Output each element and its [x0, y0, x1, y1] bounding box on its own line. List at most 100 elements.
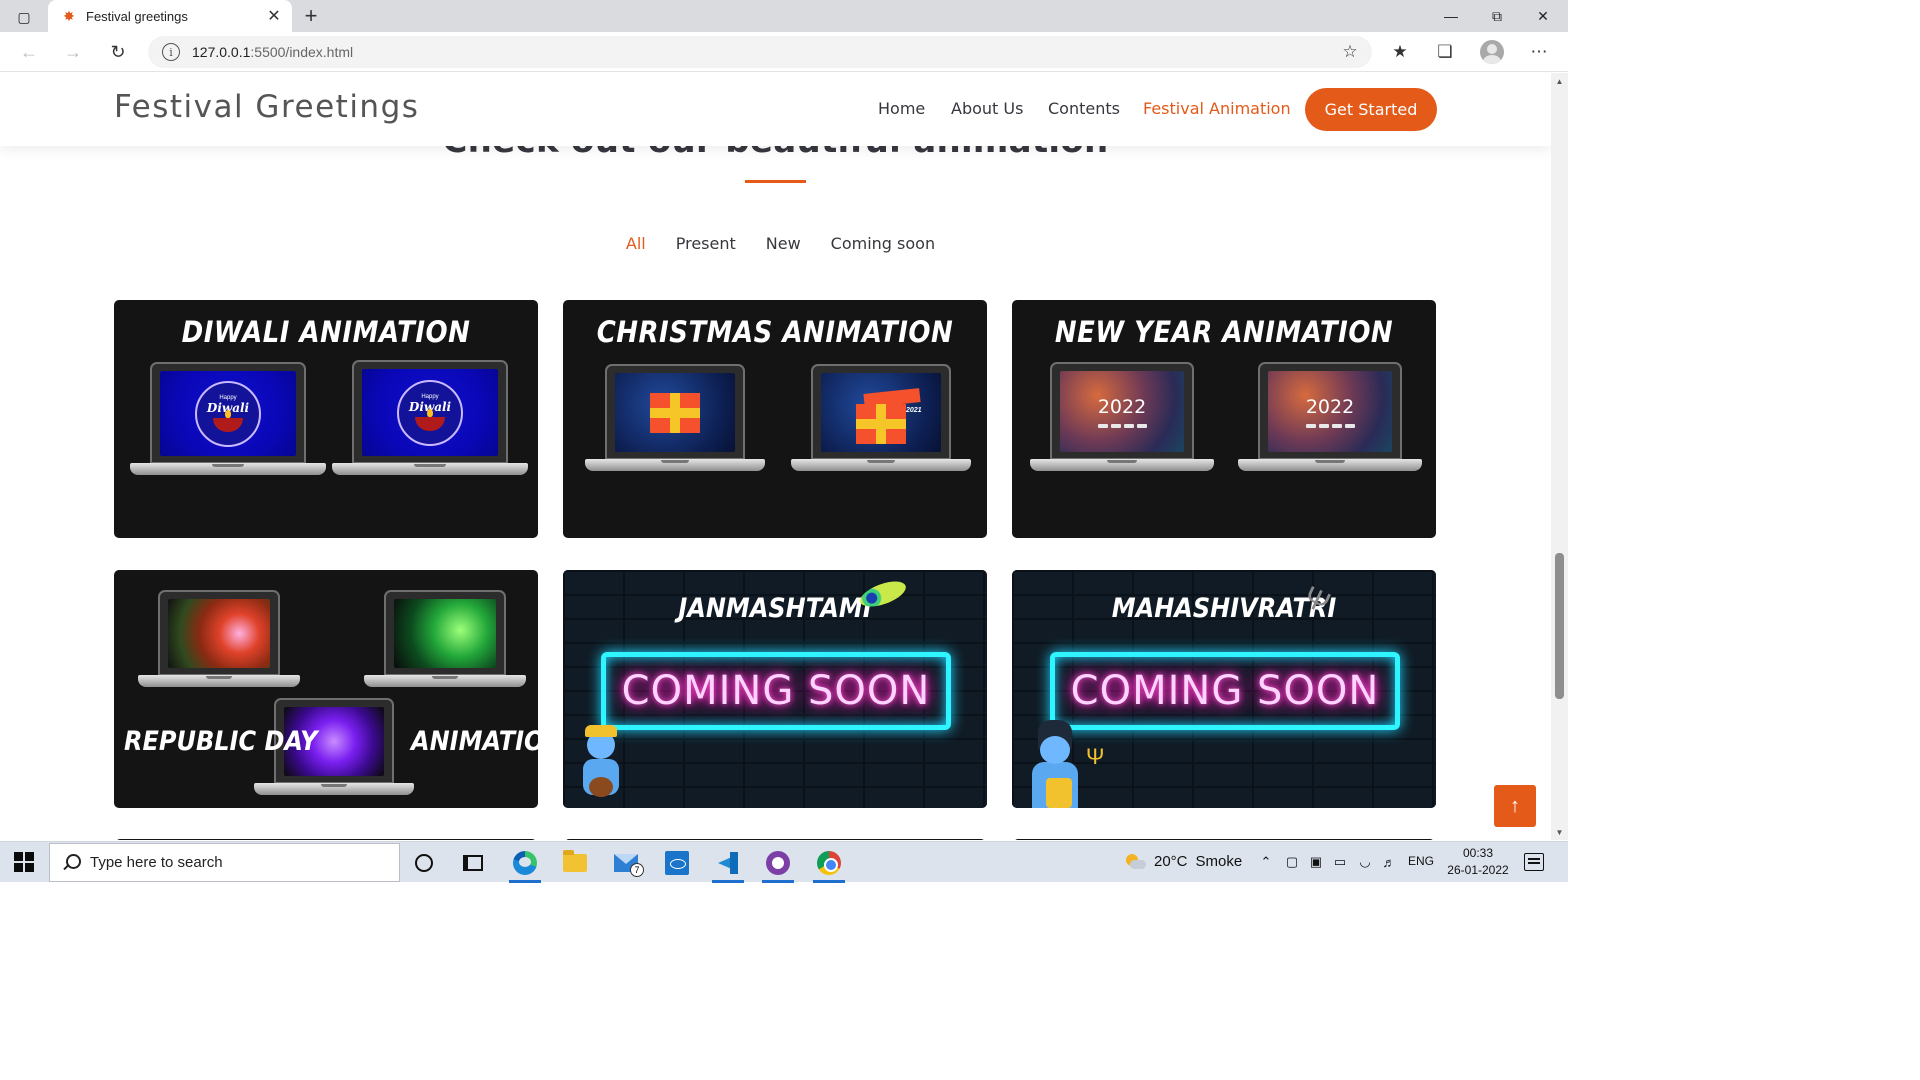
laptop-image: CHRISTMAS 2021 — [791, 364, 971, 474]
taskbar-search[interactable]: Type here to search — [49, 843, 400, 882]
edge-icon[interactable] — [505, 847, 545, 883]
diya-icon: Happy Diwali — [195, 380, 261, 447]
nav-festival-animation[interactable]: Festival Animation — [1143, 99, 1291, 118]
new-tab-button[interactable]: + — [298, 3, 324, 28]
scroll-down-icon[interactable]: ▼ — [1551, 824, 1568, 840]
mail-icon[interactable]: 7 — [606, 847, 646, 879]
shiva-illustration: Ψ — [1024, 720, 1104, 808]
card-title: NEW YEAR ANIMATION — [1054, 316, 1394, 350]
laptop-image: Happy Diwali — [332, 360, 528, 478]
address-bar[interactable]: i 127.0.0.1:5500/index.html ☆ — [148, 36, 1372, 68]
meet-now-icon[interactable]: ▢ — [1282, 852, 1302, 872]
tab-actions-icon[interactable]: ▢ — [10, 6, 38, 28]
filter-new[interactable]: New — [766, 234, 801, 253]
forward-arrow-icon[interactable]: → — [58, 38, 88, 66]
nav-about-us[interactable]: About Us — [951, 99, 1023, 118]
scroll-up-icon[interactable]: ▲ — [1551, 73, 1568, 89]
back-to-top-button[interactable]: ↑ — [1494, 785, 1536, 827]
card-janmashtami[interactable]: JANMASHTAMI COMING SOON — [563, 570, 987, 808]
card-next-row — [1014, 839, 1434, 840]
filter-coming-soon[interactable]: Coming soon — [831, 234, 935, 253]
refresh-icon[interactable]: ↻ — [103, 38, 133, 66]
portfolio-filters: All Present New Coming soon — [0, 234, 1551, 253]
weather-widget[interactable]: 20°C Smoke — [1126, 852, 1242, 870]
card-republic-day[interactable]: REPUBLIC DAY ANIMATION — [114, 570, 538, 808]
mail-badge: 7 — [630, 863, 644, 877]
tab-title: Festival greetings — [86, 8, 188, 24]
filter-all[interactable]: All — [626, 234, 646, 253]
card-title-left: REPUBLIC DAY — [124, 725, 318, 757]
card-diwali[interactable]: DIWALI ANIMATION Happy Diwali Happy Diwa… — [114, 300, 538, 538]
card-title: JANMASHTAMI — [678, 592, 872, 624]
card-christmas[interactable]: CHRISTMAS ANIMATION CHRISTMAS 2021 — [563, 300, 987, 538]
minimize-icon[interactable]: — — [1428, 0, 1474, 32]
notification-center-icon[interactable] — [1524, 853, 1544, 871]
window-close-icon[interactable]: ✕ — [1520, 0, 1566, 32]
krishna-illustration — [575, 725, 627, 805]
year-text: 2022 — [1097, 395, 1147, 418]
dell-icon[interactable] — [657, 847, 697, 879]
add-favorite-icon[interactable]: ☆ — [1338, 40, 1362, 64]
arrow-up-icon: ↑ — [1510, 794, 1520, 817]
favorites-icon[interactable]: ★ — [1385, 38, 1415, 66]
browser-toolbar: ← → ↻ i 127.0.0.1:5500/index.html ☆ ★ ❏ … — [0, 32, 1568, 72]
windows-start-icon[interactable] — [14, 852, 34, 872]
windows-taskbar: Type here to search 7 20°C Smoke ⌃ ▢ ▣ ▭… — [0, 841, 1568, 883]
site-logo[interactable]: Festival Greetings — [114, 89, 419, 125]
back-arrow-icon[interactable]: ← — [14, 38, 44, 66]
diya-icon: Happy Diwali — [397, 379, 463, 446]
card-title: DIWALI ANIMATION — [181, 316, 471, 350]
scrollbar-thumb[interactable] — [1555, 553, 1564, 699]
language-indicator[interactable]: ENG — [1408, 854, 1434, 868]
battery-icon[interactable]: ▭ — [1330, 852, 1350, 872]
coming-soon-banner: COMING SOON — [1050, 652, 1400, 730]
page-viewport: Check out our beautiful animation Festiv… — [0, 73, 1551, 840]
laptop-image: Happy Diwali — [130, 362, 326, 478]
display-icon[interactable]: ▣ — [1306, 852, 1326, 872]
card-new-year[interactable]: NEW YEAR ANIMATION 2022 2022 — [1012, 300, 1436, 538]
clock-date: 26-01-2022 — [1447, 863, 1509, 877]
card-title: CHRISTMAS ANIMATION — [596, 316, 954, 350]
laptop-image: 2022 — [1238, 362, 1422, 474]
weather-icon — [1126, 852, 1146, 870]
clock-time: 00:33 — [1462, 846, 1494, 860]
url-text[interactable]: 127.0.0.1:5500/index.html — [192, 44, 1338, 60]
browser-tab-strip: ▢ ✸ Festival greetings ✕ + — ⧉ ✕ — [0, 0, 1568, 32]
more-options-icon[interactable]: ⋯ — [1524, 38, 1554, 66]
weather-temp: 20°C — [1154, 852, 1188, 870]
laptop-image: 2022 — [1030, 362, 1214, 474]
card-next-row — [565, 839, 985, 840]
card-next-row — [116, 839, 536, 840]
search-placeholder: Type here to search — [90, 854, 223, 871]
laptop-image — [364, 590, 526, 690]
nav-home[interactable]: Home — [878, 99, 925, 118]
card-mahashivratri[interactable]: MAHASHIVRATRI Ψ COMING SOON Ψ — [1012, 570, 1436, 808]
cortana-icon[interactable] — [404, 847, 444, 879]
task-view-icon[interactable] — [453, 847, 493, 879]
get-started-button[interactable]: Get Started — [1305, 88, 1437, 131]
weather-desc: Smoke — [1195, 852, 1243, 870]
clock[interactable]: 00:33 26-01-2022 — [1442, 845, 1514, 879]
info-icon[interactable]: i — [162, 43, 180, 61]
nav-contents[interactable]: Contents — [1048, 99, 1120, 118]
file-explorer-icon[interactable] — [555, 847, 595, 879]
page-scrollbar[interactable]: ▲ ▼ — [1551, 73, 1568, 840]
restore-icon[interactable]: ⧉ — [1474, 0, 1520, 32]
gift-icon — [650, 392, 700, 433]
volume-icon[interactable]: ♬ — [1379, 852, 1399, 872]
collections-icon[interactable]: ❏ — [1430, 38, 1460, 66]
browser-tab[interactable]: ✸ Festival greetings ✕ — [48, 0, 292, 32]
site-header: Festival Greetings Home About Us Content… — [0, 73, 1551, 146]
vscode-icon[interactable] — [708, 847, 748, 883]
fireworks-icon: ✸ — [63, 7, 75, 24]
wifi-icon[interactable]: ◡ — [1355, 852, 1375, 872]
chrome-icon[interactable] — [809, 847, 849, 883]
gift-icon — [856, 404, 906, 444]
search-icon — [62, 853, 81, 872]
show-hidden-icons-icon[interactable]: ⌃ — [1256, 852, 1276, 872]
github-desktop-icon[interactable] — [758, 847, 798, 883]
filter-present[interactable]: Present — [676, 234, 736, 253]
laptop-image — [585, 364, 765, 474]
profile-avatar[interactable] — [1480, 40, 1504, 64]
close-tab-icon[interactable]: ✕ — [264, 6, 284, 26]
